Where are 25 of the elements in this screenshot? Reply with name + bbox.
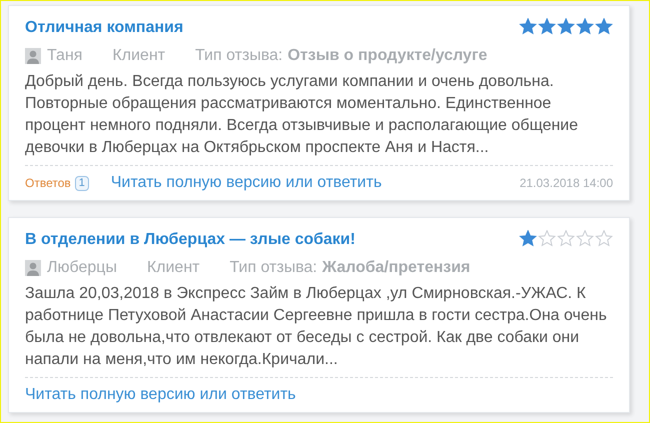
review-type: Отзыв о продукте/услуге	[288, 46, 488, 66]
replies-count: 1	[74, 176, 89, 190]
user-icon	[25, 48, 41, 64]
author-role: Клиент	[146, 258, 200, 278]
review-date: 21.03.2018 14:00	[520, 175, 613, 192]
filled-star-icon	[595, 18, 613, 35]
filled-star-icon	[519, 18, 537, 35]
review-type-label: Тип отзыва:	[230, 258, 318, 278]
review-text: Добрый день. Всегда пользуюсь услугами компании и очень довольна. Повторные обращения рассматриваются моментально. Единственное процент немного подняли. Всегда отзывчивые и располагающие общение девочки в Люберцах на Октябрьском проспекте Аня и Настя...	[25, 72, 580, 158]
read-more-link[interactable]: Читать полную версию или ответить	[110, 171, 382, 195]
filled-star-icon	[519, 230, 537, 247]
author-name: Люберцы	[47, 258, 117, 278]
author-name: Таня	[47, 46, 82, 66]
review-text: Зашла 20,03,2018 в Экспресс Займ в Люберцах ,ул Смирновская.-УЖАС. К работнице Петуховой Анастасии Сергеевне пришла в гости сестра.Она очень была не довольна,что отвлекают от беседы с сестрой. Как две собаки они напали на меня,что им некогда.Кричали...	[25, 284, 608, 370]
author-role: Клиент	[112, 46, 166, 66]
filled-star-icon	[557, 18, 575, 35]
filled-star-icon	[576, 18, 594, 35]
review-type-label: Тип отзыва:	[195, 46, 283, 66]
replies-label: Ответов	[25, 175, 71, 192]
read-more-link[interactable]: Читать полную версию или ответить	[25, 383, 296, 407]
filled-star-icon	[538, 18, 556, 35]
review-title[interactable]: Отличная компания	[25, 18, 184, 38]
user-icon	[25, 260, 41, 276]
review-type: Жалоба/претензия	[322, 258, 470, 278]
review-title[interactable]: В отделении в Люберцах — злые собаки!	[25, 230, 356, 250]
